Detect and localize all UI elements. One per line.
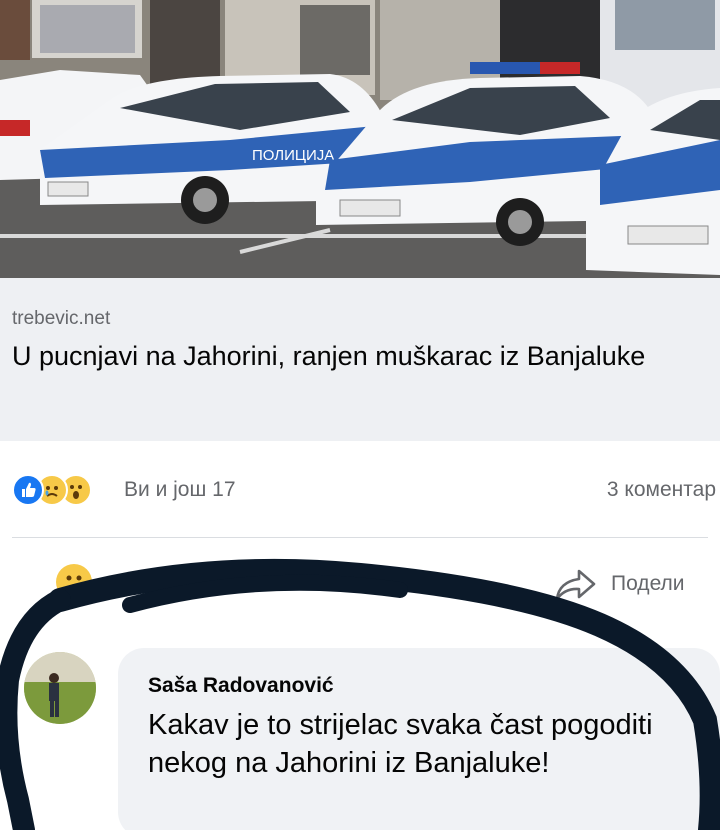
link-preview[interactable]: trebevic.net U pucnjavi na Jahorini, ran… xyxy=(0,278,720,441)
comment-text: Kakav je to strijelac svaka čast pogodit… xyxy=(148,709,653,779)
react-button[interactable] xyxy=(56,564,92,600)
comments-count[interactable]: 3 коментар xyxy=(607,478,716,502)
link-headline[interactable]: U pucnjavi na Jahorini, ranjen muškarac … xyxy=(12,338,702,374)
reactions-row: Ви и још 17 3 коментар xyxy=(0,441,720,537)
share-label: Подели xyxy=(611,572,685,595)
like-icon xyxy=(12,474,44,506)
avatar[interactable] xyxy=(24,652,96,724)
post-photo[interactable]: ПОЛИЦИЈА xyxy=(0,0,720,278)
comment: Saša Radovanović Kakav je to strijelac s… xyxy=(0,632,720,830)
comment-author[interactable]: Saša Radovanović xyxy=(148,674,334,698)
share-button[interactable]: Подели xyxy=(553,566,713,606)
share-arrow-icon xyxy=(555,569,596,601)
reactions-summary[interactable]: Ви и још 17 xyxy=(124,478,236,502)
link-domain: trebevic.net xyxy=(12,308,111,329)
action-bar: Подели xyxy=(0,538,720,632)
car-label: ПОЛИЦИЈА xyxy=(252,147,334,164)
comment-bubble[interactable]: Saša Radovanović Kakav je to strijelac s… xyxy=(118,648,720,830)
reaction-icons[interactable] xyxy=(12,474,122,506)
